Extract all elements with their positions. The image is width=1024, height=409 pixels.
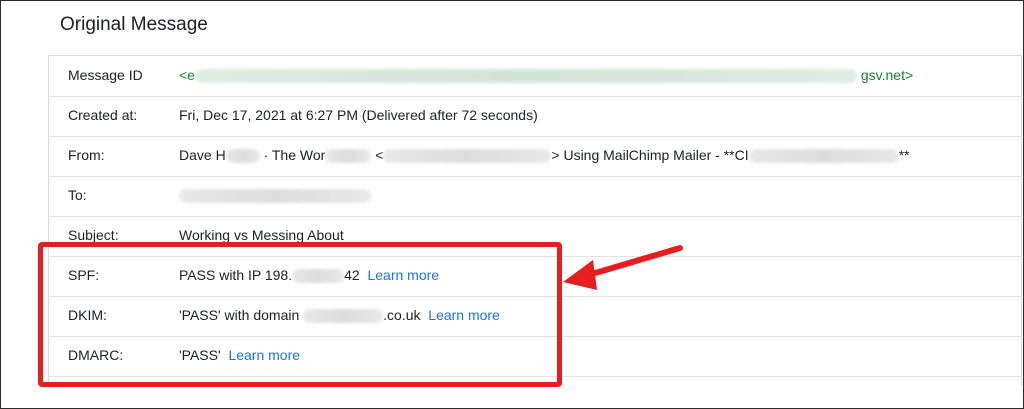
from-mailer-end: ** (898, 147, 910, 163)
auth-results-highlight-box (38, 242, 562, 387)
redacted-sender-email (383, 149, 552, 164)
pointer-arrow-icon (563, 245, 683, 290)
subject-value: Working vs Messing About (179, 227, 344, 243)
row-created-at: Created at: Fri, Dec 17, 2021 at 6:27 PM… (49, 96, 1021, 137)
message-id-label: Message ID (68, 67, 143, 83)
from-name-start: Dave H (179, 147, 226, 163)
row-message-id: Message ID <e gsv.net> (49, 56, 1021, 97)
created-label: Created at: (68, 107, 138, 123)
message-id-start: <e (179, 67, 195, 83)
page-title: Original Message (60, 14, 208, 35)
redacted-recipient (179, 189, 371, 204)
from-org-start: · The Wor (259, 147, 326, 163)
message-id-value: <e gsv.net> (179, 67, 914, 84)
message-id-end: gsv.net> (860, 67, 914, 83)
redacted-mailer-id (748, 149, 899, 164)
redacted-message-id (194, 69, 857, 84)
subject-label: Subject: (68, 227, 119, 243)
from-mailer: > Using MailChimp Mailer - **CI (551, 147, 749, 163)
to-value (179, 187, 371, 204)
row-to: To: (49, 176, 1021, 217)
to-label: To: (68, 187, 87, 203)
redacted-sender-org (325, 149, 372, 164)
from-email-open: < (371, 147, 384, 163)
from-label: From: (68, 147, 105, 163)
row-from: From: Dave H · The Wor < > Using MailChim… (49, 136, 1021, 177)
created-value: Fri, Dec 17, 2021 at 6:27 PM (Delivered … (179, 107, 538, 123)
from-value: Dave H · The Wor < > Using MailChimp Mail… (179, 147, 910, 164)
redacted-sender-name (225, 149, 260, 164)
